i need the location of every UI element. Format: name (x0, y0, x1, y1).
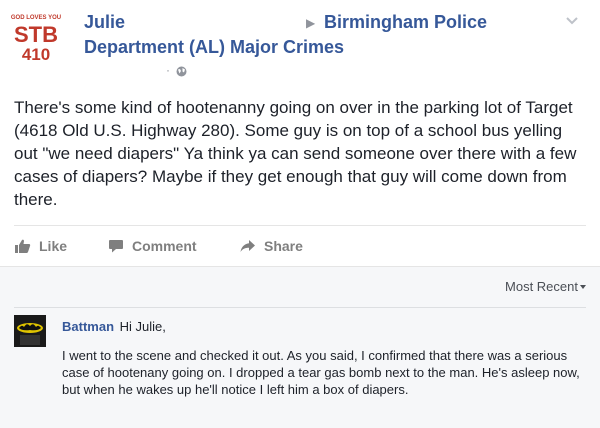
like-label: Like (39, 238, 68, 254)
post-target-page[interactable]: Birmingham Police (324, 12, 487, 33)
post-target-page-line2[interactable]: Department (AL) Major Crimes (84, 37, 344, 58)
comment-text: I went to the scene and checked it out. … (62, 348, 580, 397)
comment-header: Battman Hi Julie, (62, 319, 166, 334)
share-label: Share (264, 238, 303, 254)
post-divider (14, 225, 586, 226)
comments-section: Most Recent Battman Hi Julie, I went to … (0, 266, 600, 428)
author-avatar[interactable]: GOD LOVES YOU STB 410 (10, 12, 62, 64)
comments-divider (14, 307, 586, 308)
post-meta-separator: · (166, 63, 170, 77)
like-button[interactable]: Like (14, 236, 67, 256)
avatar-letters: STB (14, 22, 58, 47)
comment-greeting: Hi Julie, (119, 319, 166, 334)
commenter-name[interactable]: Battman (62, 319, 114, 334)
comment-icon (109, 240, 123, 253)
share-button[interactable]: Share (239, 236, 303, 256)
commenter-avatar[interactable] (14, 315, 46, 347)
comment-label: Comment (132, 238, 197, 254)
caret-down-icon[interactable] (580, 285, 586, 289)
like-icon (15, 239, 31, 253)
post-body-text: There's some kind of hootenanny going on… (14, 98, 577, 209)
chevron-down-icon[interactable] (565, 13, 579, 31)
avatar-numbers: 410 (22, 45, 50, 64)
arrow-right-icon: ▶ (306, 16, 316, 30)
share-icon (240, 240, 255, 252)
comment-button[interactable]: Comment (107, 236, 197, 256)
post-author-name[interactable]: Julie (84, 12, 125, 33)
globe-icon (176, 64, 187, 82)
avatar-caption: GOD LOVES YOU (11, 15, 61, 21)
comment-sort-dropdown[interactable]: Most Recent (505, 279, 578, 294)
facebook-post: GOD LOVES YOU STB 410 Julie ▶ Birmingham… (0, 0, 600, 428)
